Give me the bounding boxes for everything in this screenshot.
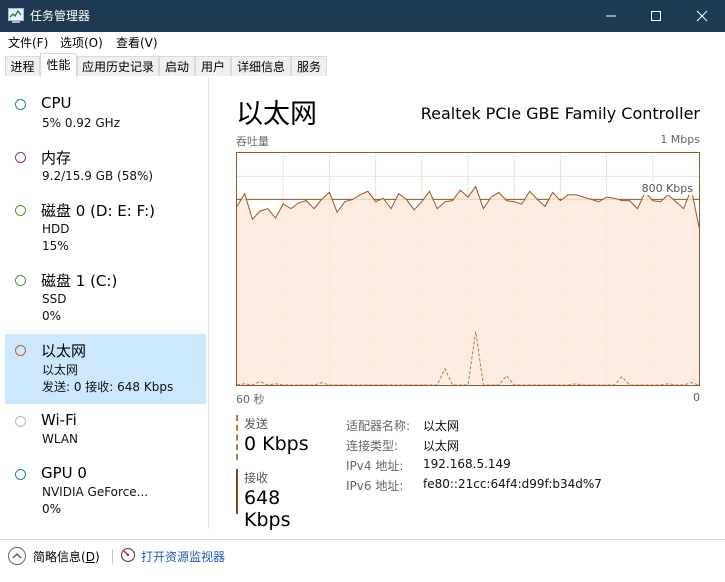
graph-label: 吞吐量 <box>236 135 269 148</box>
window-title: 任务管理器 <box>30 9 91 23</box>
sidebar-item-cpu[interactable]: CPU 5% 0.92 GHz <box>5 91 206 143</box>
maximize-button[interactable] <box>633 0 679 32</box>
graph-max-label: 1 Mbps <box>660 133 700 146</box>
sidebar-item-disk-1[interactable]: 磁盘 1 (C:) SSD 0% <box>5 267 206 329</box>
tab-strip: 进程 性能 应用历史记录 启动 用户 详细信息 服务 <box>0 52 725 78</box>
tab-details[interactable]: 详细信息 <box>231 56 291 76</box>
tab-startup[interactable]: 启动 <box>159 56 195 76</box>
sidebar-item-detail: 9.2/15.9 GB (58%) <box>42 169 154 183</box>
close-button[interactable] <box>679 0 725 32</box>
sidebar-item-detail: SSD <box>42 292 67 306</box>
page-title: 以太网 <box>236 99 317 130</box>
sidebar-item-title: 内存 <box>41 149 72 167</box>
sidebar-item-title: 磁盘 0 (D: E: F:) <box>41 202 155 220</box>
receive-label: 接收 <box>244 471 269 485</box>
property-value: 以太网 <box>423 439 460 453</box>
throughput-graph: 800 Kbps <box>236 152 700 386</box>
receive-value: 648 Kbps <box>244 487 291 531</box>
footer-bar: 简略信息(D) 打开资源监视器 <box>0 539 725 582</box>
adapter-name: Realtek PCIe GBE Family Controller <box>420 104 700 123</box>
sidebar-item-detail: NVIDIA GeForce... <box>42 485 149 499</box>
tab-processes[interactable]: 进程 <box>5 56 40 76</box>
time-axis-start: 60 秒 <box>236 393 265 406</box>
close-icon <box>696 10 708 22</box>
property-value: 以太网 <box>423 419 460 433</box>
property-label: IPv4 地址: <box>346 459 404 473</box>
open-resource-monitor-link[interactable]: 打开资源监视器 <box>141 548 225 565</box>
send-stat: 发送 0 Kbps <box>236 415 328 460</box>
fewer-details-button[interactable]: 简略信息(D) <box>33 548 100 565</box>
ethernet-status-dot <box>15 345 26 356</box>
menu-file[interactable]: 文件(F) <box>8 34 48 51</box>
sidebar-item-detail: HDD <box>42 222 70 236</box>
performance-panel: CPU 5% 0.92 GHz 内存 9.2/15.9 GB (58%) 磁盘 … <box>0 77 725 539</box>
sidebar-item-title: GPU 0 <box>41 464 87 482</box>
maximize-icon <box>651 11 661 21</box>
resource-monitor-icon <box>120 547 136 563</box>
receive-area <box>237 186 699 385</box>
wifi-status-dot <box>15 416 26 427</box>
sidebar-item-title: 以太网 <box>41 342 87 360</box>
sidebar-item-detail: 以太网 <box>42 363 79 377</box>
task-manager-icon <box>8 8 24 23</box>
property-label: 连接类型: <box>346 439 399 453</box>
sidebar-item-usage: 发送: 0 接收: 648 Kbps <box>42 380 174 394</box>
resource-sidebar: CPU 5% 0.92 GHz 内存 9.2/15.9 GB (58%) 磁盘 … <box>0 77 209 529</box>
sidebar-item-gpu-0[interactable]: GPU 0 NVIDIA GeForce... 0% <box>5 460 206 520</box>
title-bar: 任务管理器 <box>0 0 725 32</box>
disk0-status-dot <box>15 205 26 216</box>
sidebar-item-ethernet[interactable]: 以太网 以太网 发送: 0 接收: 648 Kbps <box>5 334 206 404</box>
gpu-status-dot <box>15 469 26 480</box>
sidebar-item-wifi[interactable]: Wi-Fi WLAN <box>5 407 206 457</box>
ethernet-detail: 以太网 Realtek PCIe GBE Family Controller 吞… <box>236 77 706 537</box>
sidebar-item-title: Wi-Fi <box>41 411 77 429</box>
tab-app-history[interactable]: 应用历史记录 <box>77 56 159 76</box>
tab-users[interactable]: 用户 <box>195 56 231 76</box>
property-value: 192.168.5.149 <box>423 457 511 471</box>
level-label: 800 Kbps <box>640 182 694 195</box>
memory-status-dot <box>15 152 26 163</box>
property-value: fe80::21cc:64f4:d99f:b34d%7 <box>423 477 602 491</box>
sidebar-item-usage: 0% <box>42 502 62 516</box>
tab-performance[interactable]: 性能 <box>40 53 77 77</box>
menu-bar: 文件(F) 选项(O) 查看(V) <box>0 32 725 52</box>
sidebar-item-title: CPU <box>41 94 72 112</box>
collapse-chevron-icon[interactable] <box>8 547 26 565</box>
sidebar-item-memory[interactable]: 内存 9.2/15.9 GB (58%) <box>5 144 206 196</box>
menu-view[interactable]: 查看(V) <box>116 34 158 51</box>
disk1-status-dot <box>15 275 26 286</box>
sidebar-item-disk-0[interactable]: 磁盘 0 (D: E: F:) HDD 15% <box>5 197 206 259</box>
tab-services[interactable]: 服务 <box>291 56 327 76</box>
sidebar-item-title: 磁盘 1 (C:) <box>41 272 118 290</box>
sidebar-item-detail: WLAN <box>42 432 79 446</box>
cpu-status-dot <box>15 99 26 110</box>
send-label: 发送 <box>244 417 269 431</box>
property-label: IPv6 地址: <box>346 479 404 493</box>
menu-options[interactable]: 选项(O) <box>60 34 103 51</box>
sidebar-item-detail: 5% 0.92 GHz <box>42 116 121 130</box>
send-value: 0 Kbps <box>244 433 309 455</box>
receive-stat: 接收 648 Kbps <box>236 469 328 531</box>
sidebar-item-usage: 0% <box>42 309 62 323</box>
footer-divider <box>112 549 113 564</box>
minimize-icon <box>606 15 616 17</box>
time-axis-end: 0 <box>693 391 700 404</box>
property-label: 适配器名称: <box>346 419 411 433</box>
minimize-button[interactable] <box>588 0 634 32</box>
throughput-chart <box>237 153 699 385</box>
sidebar-item-usage: 15% <box>42 239 69 253</box>
